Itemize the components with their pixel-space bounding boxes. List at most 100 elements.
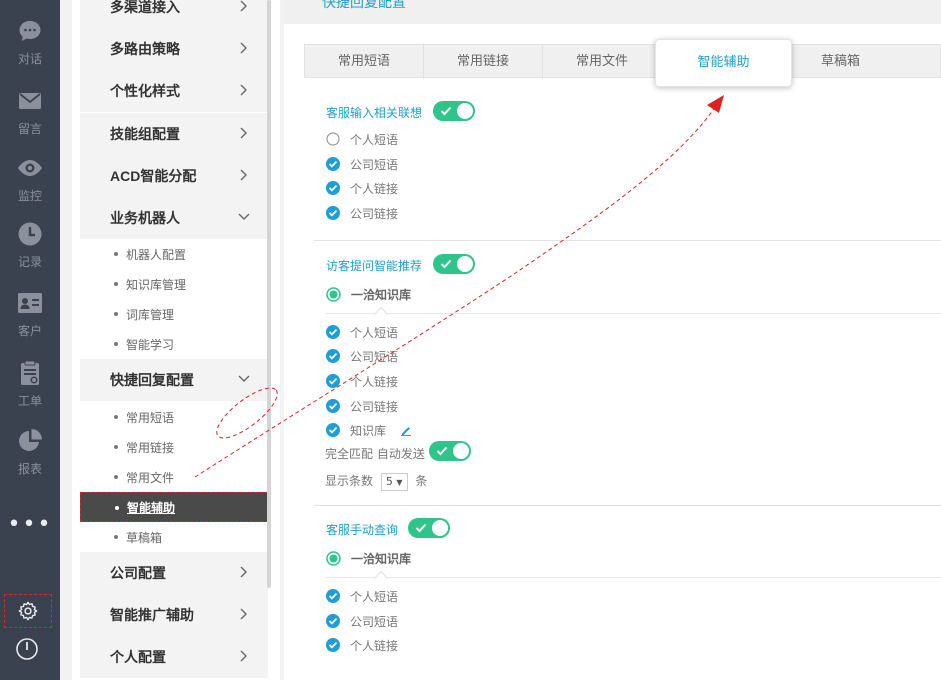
menu-group-personal[interactable]: 个人配置	[80, 636, 268, 678]
menu-item-robot-config[interactable]: 机器人配置	[80, 239, 268, 269]
toggle-knob	[457, 103, 473, 119]
contact-card-icon	[18, 293, 42, 313]
menu-item-label: 词库管理	[126, 307, 175, 322]
pie-chart-icon	[19, 429, 42, 451]
menu-item-smart-assist[interactable]: 智能辅助	[80, 492, 268, 522]
menu-item-smart-learning[interactable]: 智能学习	[80, 329, 268, 359]
settings-gear-button[interactable]	[4, 594, 52, 628]
chevron-right-icon	[240, 42, 247, 54]
menu-group-quick-reply[interactable]: 快捷回复配置	[80, 359, 268, 401]
tab-files[interactable]: 常用文件	[543, 45, 662, 79]
option-knowledge-base[interactable]: 知识库	[326, 421, 412, 439]
menu-item-label: 常用短语	[126, 410, 175, 425]
kb-label: 一洽知识库	[351, 551, 412, 566]
eye-icon	[18, 160, 42, 176]
rail-label: 监控	[17, 189, 42, 203]
caret-down-icon: ▼	[396, 478, 403, 487]
tab-smart-assist[interactable]: 智能辅助	[655, 39, 792, 87]
menu-group-acd[interactable]: ACD智能分配	[80, 155, 268, 197]
check-circle-icon	[326, 399, 340, 413]
rail-item-chat[interactable]: 对话	[0, 18, 60, 67]
menu-group-routing[interactable]: 多路由策略	[80, 28, 268, 70]
rail-label: 留言	[17, 122, 42, 136]
show-count-select[interactable]: 5 ▼	[380, 473, 408, 491]
menu-item-label: 常用文件	[126, 470, 175, 485]
kb-radio-manual[interactable]: 一洽知识库	[326, 549, 411, 567]
menu-item-kb-manage[interactable]: 知识库管理	[80, 269, 268, 299]
check-circle-icon	[326, 614, 340, 628]
rail-item-reports[interactable]: 报表	[0, 428, 60, 477]
check-circle-icon	[326, 589, 340, 603]
bullet-dot	[115, 506, 119, 510]
menu-group-style[interactable]: 个性化样式	[80, 70, 268, 112]
menu-group-label: 个性化样式	[110, 83, 180, 99]
option-label: 个人短语	[350, 325, 399, 340]
menu-group-promotion[interactable]: 智能推广辅助	[80, 594, 268, 636]
edit-pencil-icon[interactable]	[400, 424, 412, 436]
menu-item-label: 知识库管理	[126, 277, 187, 292]
menu-group-company[interactable]: 公司配置	[80, 552, 268, 594]
tab-drafts[interactable]: 草稿箱	[781, 45, 900, 79]
menu-item-label: 智能学习	[126, 337, 175, 352]
more-dots-icon[interactable]: •••	[0, 512, 60, 537]
option-personal-phrases[interactable]: 个人短语	[326, 130, 398, 148]
option-company-phrases[interactable]: 公司短语	[326, 347, 398, 365]
tab-phrases[interactable]: 常用短语	[305, 45, 424, 79]
menu-item-links[interactable]: 常用链接	[80, 432, 268, 462]
menu-item-phrases[interactable]: 常用短语	[80, 402, 268, 432]
rail-item-monitor[interactable]: 监控	[0, 155, 60, 204]
menu-group-label: 智能推广辅助	[110, 607, 194, 623]
bullet-dot	[114, 342, 118, 346]
check-icon	[440, 106, 452, 116]
section-divider	[314, 505, 941, 506]
rail-item-tickets[interactable]: 工单	[0, 360, 60, 409]
menu-group-robot[interactable]: 业务机器人	[80, 197, 268, 239]
bullet-dot	[114, 252, 118, 256]
toggle-input-suggest[interactable]	[433, 101, 475, 121]
menu-item-files[interactable]: 常用文件	[80, 462, 268, 492]
option-company-phrases[interactable]: 公司短语	[326, 612, 398, 630]
tab-links[interactable]: 常用链接	[424, 45, 543, 79]
menu-scrollbar[interactable]	[267, 0, 271, 588]
option-company-phrases[interactable]: 公司短语	[326, 155, 398, 173]
chevron-right-icon	[240, 650, 247, 662]
clock-icon	[18, 222, 42, 246]
rail-label: 报表	[17, 462, 42, 476]
menu-group-skills[interactable]: 技能组配置	[80, 113, 268, 155]
rail-item-records[interactable]: 记录	[0, 221, 60, 270]
chevron-right-icon	[240, 127, 247, 139]
page-header: 快捷回复配置	[284, 0, 941, 24]
menu-item-drafts[interactable]: 草稿箱	[80, 522, 268, 552]
chevron-right-icon	[240, 169, 247, 181]
rail-item-customers[interactable]: 客户	[0, 290, 60, 339]
toggle-knob	[453, 443, 469, 459]
icon-rail: 对话 留言 监控 记录 客户 工单 报表 •••	[0, 0, 60, 680]
option-personal-phrases[interactable]: 个人短语	[326, 323, 398, 341]
chevron-right-icon	[240, 608, 247, 620]
toggle-manual-search[interactable]	[408, 518, 450, 538]
option-personal-links[interactable]: 个人链接	[326, 179, 398, 197]
option-label: 公司链接	[350, 206, 399, 221]
menu-group-label: 业务机器人	[110, 210, 180, 226]
toggle-visitor-recommend[interactable]	[433, 254, 475, 274]
rail-label: 对话	[17, 52, 42, 66]
menu-item-lexicon[interactable]: 词库管理	[80, 299, 268, 329]
power-icon[interactable]	[14, 636, 40, 662]
option-personal-links[interactable]: 个人链接	[326, 636, 398, 654]
menu-group-multichannel[interactable]: 多渠道接入	[80, 0, 268, 28]
option-company-links[interactable]: 公司链接	[326, 397, 398, 415]
toggle-exact-match[interactable]	[429, 441, 471, 461]
option-label: 公司短语	[350, 157, 399, 172]
option-personal-phrases[interactable]: 个人短语	[326, 587, 398, 605]
chevron-right-icon	[240, 0, 247, 12]
kb-radio-visitor[interactable]: 一洽知识库	[326, 285, 411, 303]
kb-label: 一洽知识库	[351, 287, 412, 302]
option-personal-links[interactable]: 个人链接	[326, 372, 398, 390]
menu-group-label: 个人配置	[110, 649, 166, 665]
settings-menu: 多渠道接入 多路由策略 个性化样式 技能组配置 ACD智能分配 业务机器人 机器…	[72, 0, 280, 680]
rail-item-message[interactable]: 留言	[0, 88, 60, 137]
exact-match-label: 完全匹配 自动发送	[325, 447, 425, 461]
option-label: 公司短语	[350, 614, 399, 629]
option-company-links[interactable]: 公司链接	[326, 204, 398, 222]
main-panel: 快捷回复配置 常用短语 常用链接 常用文件 草稿箱 智能辅助 客服输入相关联想 …	[284, 0, 941, 680]
